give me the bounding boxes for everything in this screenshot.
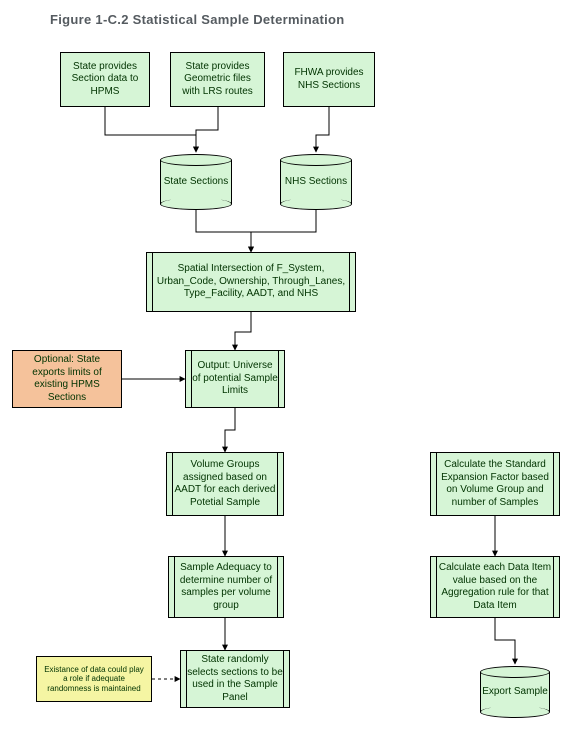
- box-state-section-hpms: State provides Section data to HPMS: [60, 52, 150, 107]
- db-nhs-sections-label: NHS Sections: [285, 176, 347, 189]
- diagram-title: Figure 1-C.2 Statistical Sample Determin…: [50, 12, 345, 27]
- db-state-sections-label: State Sections: [164, 176, 228, 189]
- db-export-sample: Export Sample: [480, 672, 550, 712]
- db-export-sample-label: Export Sample: [482, 686, 548, 699]
- box-sample-adequacy: Sample Adequacy to determine number of s…: [168, 556, 284, 618]
- box-calc-expansion: Calculate the Standard Expansion Factor …: [430, 452, 560, 516]
- box-existence-note: Existance of data could play a role if a…: [36, 656, 152, 702]
- box-random-select: State randomly selects sections to be us…: [180, 650, 290, 708]
- box-optional-limits: Optional: State exports limits of existi…: [12, 350, 122, 408]
- box-calc-dataitem: Calculate each Data Item value based on …: [430, 556, 560, 618]
- box-output-universe: Output: Universe of potential Sample Lim…: [185, 350, 285, 408]
- box-fhwa-nhs: FHWA provides NHS Sections: [283, 52, 375, 107]
- box-spatial-intersection: Spatial Intersection of F_System, Urban_…: [146, 252, 356, 312]
- db-state-sections: State Sections: [160, 160, 232, 204]
- db-nhs-sections: NHS Sections: [280, 160, 352, 204]
- box-state-geom-lrs: State provides Geometric files with LRS …: [170, 52, 265, 107]
- box-volume-groups: Volume Groups assigned based on AADT for…: [166, 452, 284, 516]
